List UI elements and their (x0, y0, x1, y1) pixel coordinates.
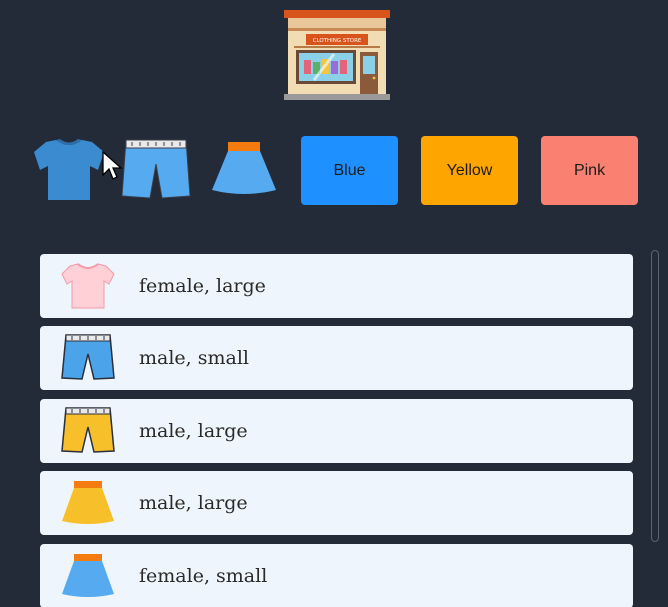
mouse-cursor-icon (102, 150, 124, 181)
pink-button-label: Pink (573, 161, 606, 179)
item-list[interactable]: female, large male, small male, large ma… (40, 254, 633, 607)
shorts-icon (58, 405, 118, 457)
shorts-button[interactable] (120, 136, 192, 206)
list-item[interactable]: male, large (40, 471, 633, 535)
item-label: male, large (139, 492, 248, 514)
list-scrollbar[interactable] (651, 250, 659, 542)
item-label: female, large (139, 275, 266, 297)
clothing-store-icon: CLOTHING STORE (284, 8, 390, 100)
store-sign-text: CLOTHING STORE (313, 38, 362, 44)
item-label: female, small (139, 565, 268, 587)
item-label: male, large (139, 420, 248, 442)
list-item[interactable]: female, small (40, 544, 633, 607)
yellow-button-label: Yellow (446, 161, 493, 179)
list-item[interactable]: male, small (40, 326, 633, 390)
list-item[interactable]: male, large (40, 399, 633, 463)
blue-button-label: Blue (333, 161, 366, 179)
skirt-icon (212, 142, 276, 194)
tshirt-icon (58, 260, 118, 312)
skirt-icon (58, 477, 118, 529)
yellow-button[interactable]: Yellow (421, 136, 518, 205)
shorts-icon (121, 139, 191, 199)
app-root: CLOTHING STORE Blue Yellow Pink female, … (0, 0, 668, 607)
blue-button[interactable]: Blue (301, 136, 398, 205)
tshirt-button[interactable] (32, 134, 104, 204)
shorts-icon (58, 332, 118, 384)
item-label: male, small (139, 347, 249, 369)
skirt-icon (58, 550, 118, 602)
pink-button[interactable]: Pink (541, 136, 638, 205)
skirt-button[interactable] (208, 138, 280, 208)
list-item[interactable]: female, large (40, 254, 633, 318)
tshirt-icon (34, 139, 104, 200)
